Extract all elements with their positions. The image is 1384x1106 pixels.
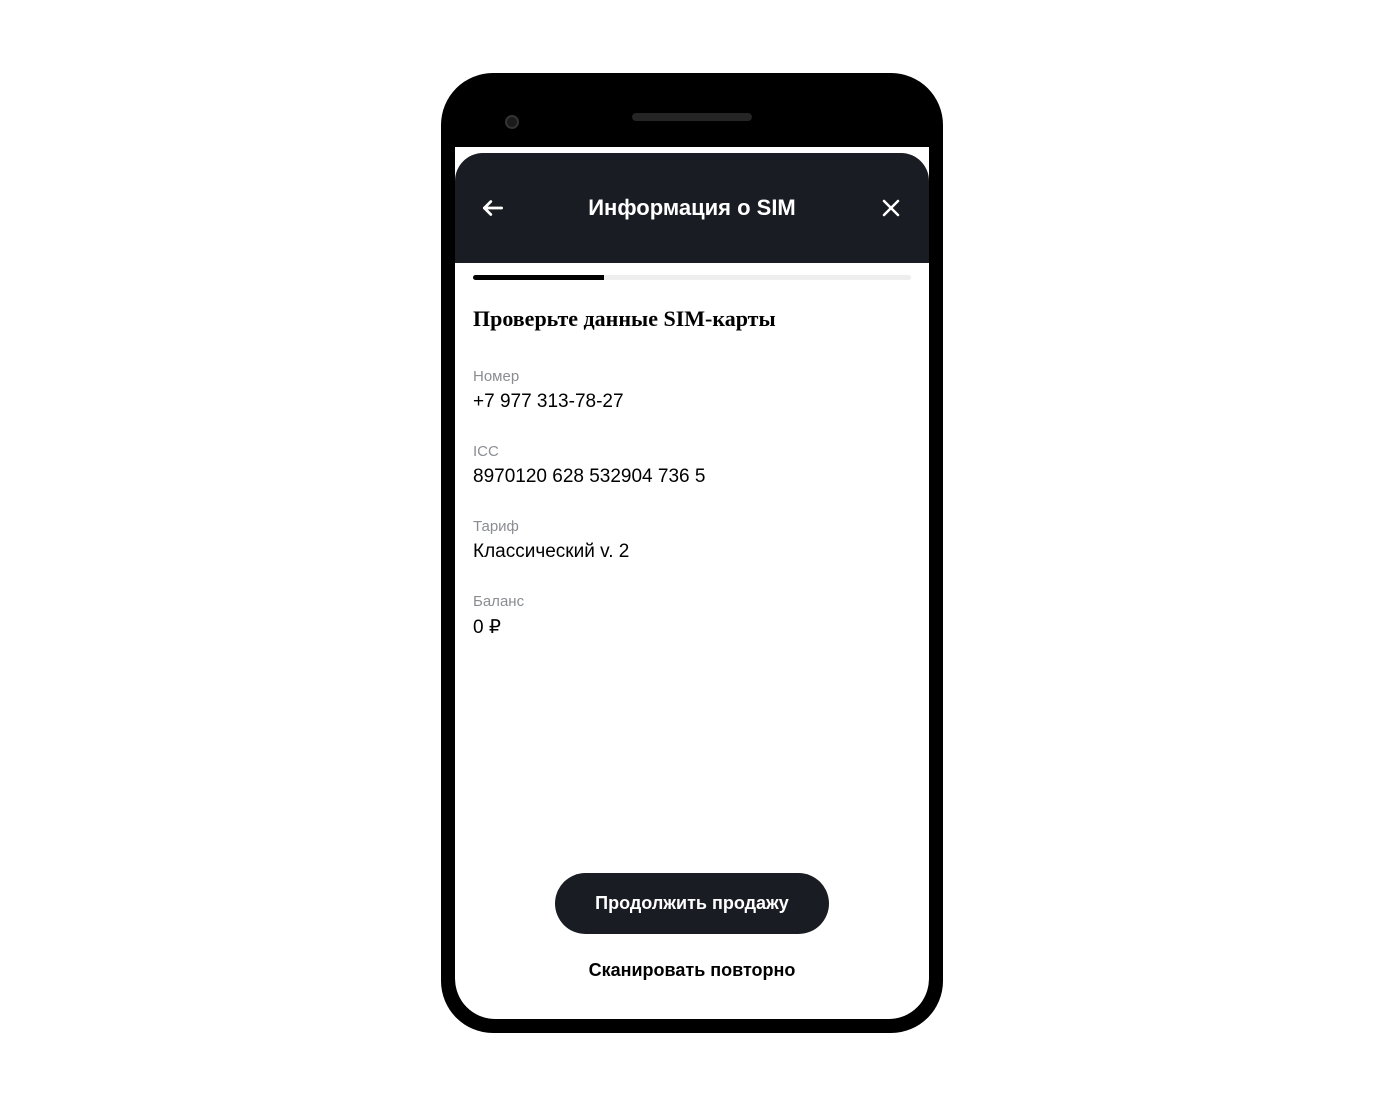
field-tariff-label: Тариф [473, 518, 911, 535]
back-button[interactable] [479, 194, 507, 222]
field-icc: ICC 8970120 628 532904 736 5 [473, 443, 911, 488]
phone-frame: Информация о SIM Проверьте данные SIM-ка… [443, 75, 941, 1031]
field-balance-label: Баланс [473, 593, 911, 610]
phone-camera [505, 115, 519, 129]
field-number: Номер +7 977 313-78-27 [473, 368, 911, 413]
phone-hardware-top [455, 87, 929, 147]
rescan-button[interactable]: Сканировать повторно [589, 960, 796, 981]
field-icc-label: ICC [473, 443, 911, 460]
page-title: Проверьте данные SIM-карты [473, 306, 911, 332]
content-area: Проверьте данные SIM-карты Номер +7 977 … [455, 280, 929, 863]
field-number-value: +7 977 313-78-27 [473, 391, 911, 413]
field-tariff-value: Классический v. 2 [473, 541, 911, 563]
field-tariff: Тариф Классический v. 2 [473, 518, 911, 563]
field-balance: Баланс 0 ₽ [473, 593, 911, 639]
app-screen: Информация о SIM Проверьте данные SIM-ка… [455, 147, 929, 1019]
field-number-label: Номер [473, 368, 911, 385]
field-icc-value: 8970120 628 532904 736 5 [473, 466, 911, 488]
screen-title: Информация о SIM [588, 195, 796, 221]
close-button[interactable] [877, 194, 905, 222]
phone-speaker [632, 113, 752, 121]
field-balance-value: 0 ₽ [473, 616, 911, 639]
continue-button[interactable]: Продолжить продажу [555, 873, 829, 934]
phone-inner: Информация о SIM Проверьте данные SIM-ка… [455, 87, 929, 1019]
close-icon [879, 196, 903, 220]
app-header: Информация о SIM [455, 153, 929, 263]
arrow-left-icon [480, 195, 506, 221]
actions-area: Продолжить продажу Сканировать повторно [455, 863, 929, 1019]
